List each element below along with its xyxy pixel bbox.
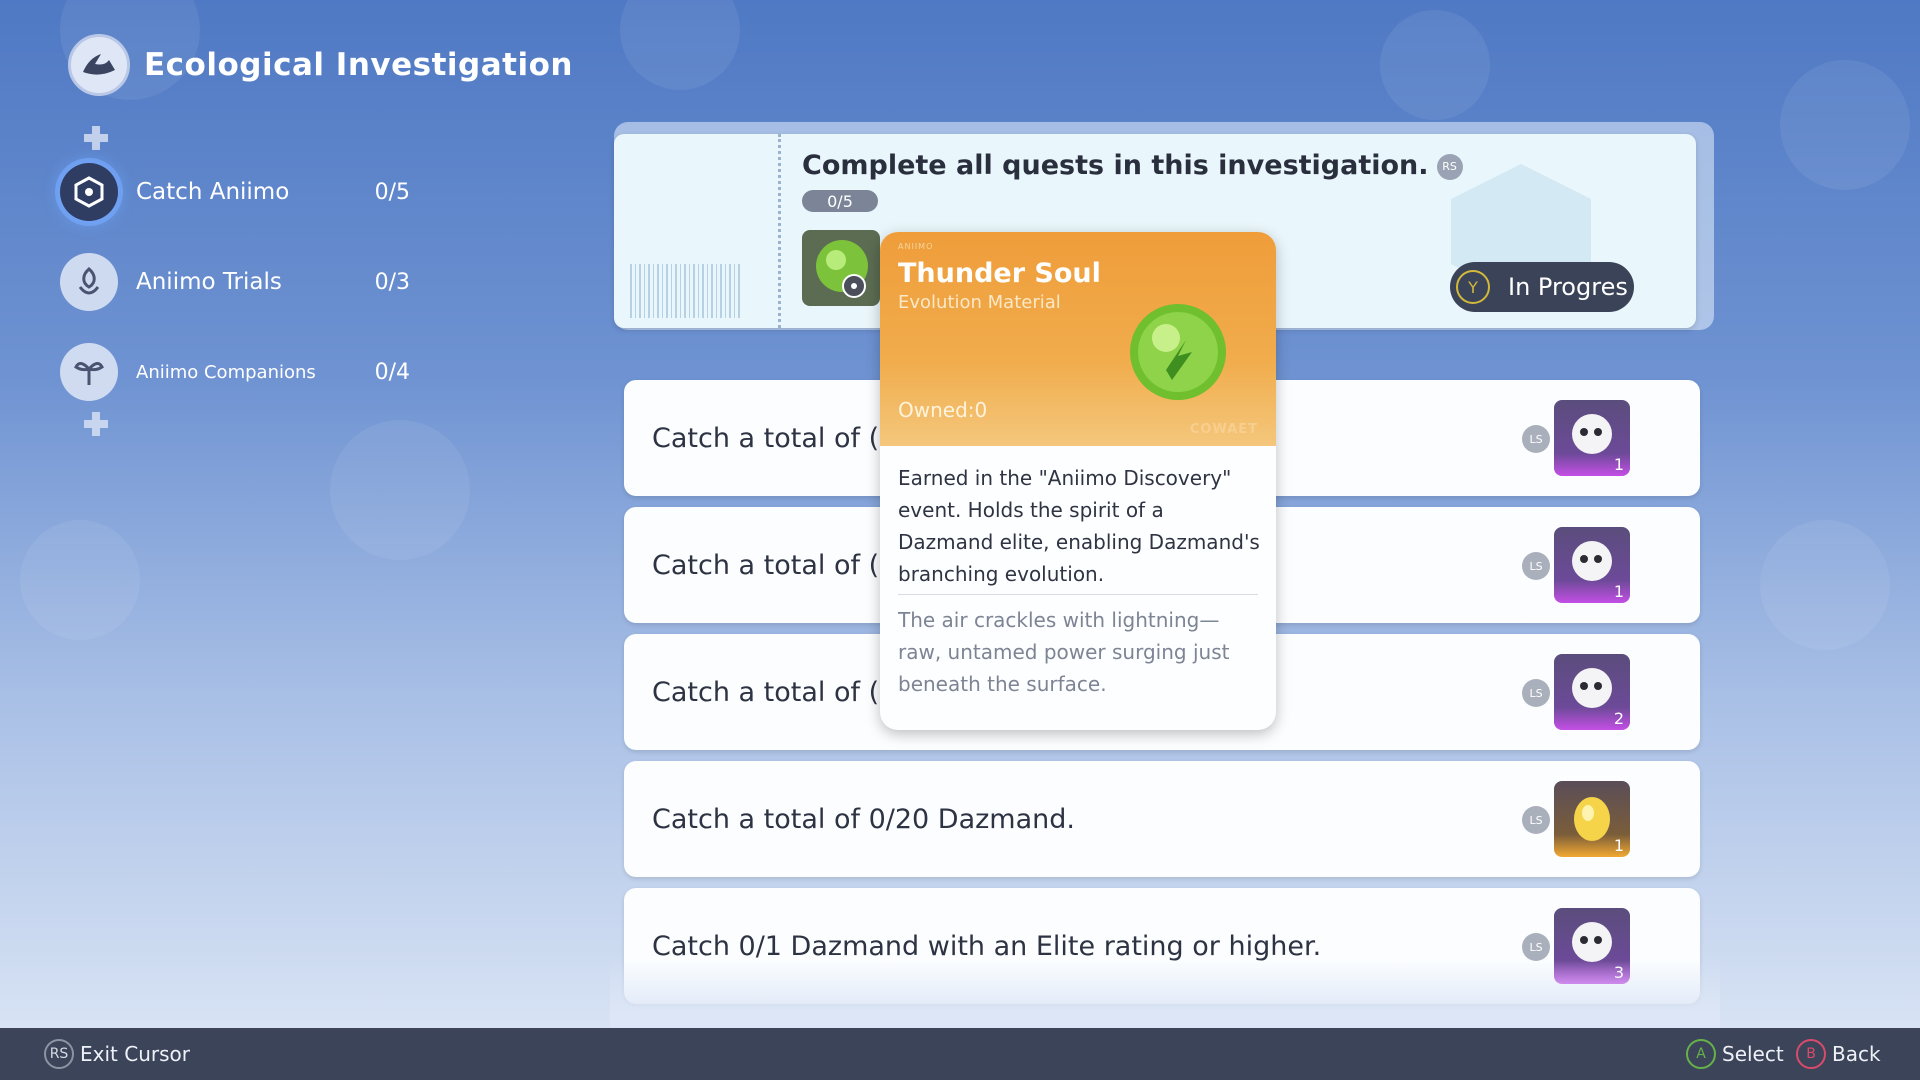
sidebar-item-catch-aniimo[interactable]: Catch Aniimo 0/5 <box>60 160 410 224</box>
list-fade <box>610 960 1720 1030</box>
ls-button-icon: LS <box>1522 679 1550 707</box>
page-header: Ecological Investigation <box>68 34 573 96</box>
back-label: Back <box>1832 1042 1881 1066</box>
background-pattern <box>1380 10 1490 120</box>
egg-reward-icon[interactable]: 1 <box>1554 781 1630 857</box>
quest-text: Catch a total of ( <box>652 549 880 581</box>
sidebar-item-label: Catch Aniimo <box>136 179 290 205</box>
select-label: Select <box>1722 1042 1784 1066</box>
item-description: Earned in the "Aniimo Discovery" event. … <box>898 466 1260 586</box>
sidebar-item-label: Aniimo Companions <box>136 361 316 383</box>
ticket-stub <box>614 134 781 328</box>
background-pattern <box>20 520 140 640</box>
background-pattern <box>1780 60 1910 190</box>
brand-watermark: COWAET <box>1189 422 1258 437</box>
ls-button-icon: LS <box>1522 552 1550 580</box>
ls-button-icon: LS <box>1522 933 1550 961</box>
boat-logo-icon <box>68 34 130 96</box>
reward-count: 1 <box>1613 582 1624 601</box>
quest-text: Catch a total of ( <box>652 676 880 708</box>
background-pattern <box>330 420 470 560</box>
creature-reward-icon[interactable]: 2 <box>1554 654 1630 730</box>
sidebar-item-count: 0/5 <box>374 179 410 205</box>
creature-icon <box>60 253 118 311</box>
rs-button-icon: RS <box>44 1039 74 1069</box>
tooltip-divider <box>898 594 1258 595</box>
background-pattern <box>620 0 740 90</box>
owned-count: Owned:0 <box>898 398 988 422</box>
sidebar-item-aniimo-trials[interactable]: Aniimo Trials 0/3 <box>60 250 410 314</box>
ls-button-icon: LS <box>1522 425 1550 453</box>
quest-text: Catch a total of ( <box>652 422 880 454</box>
background-pattern <box>1760 520 1890 650</box>
reward-count: 1 <box>1613 836 1624 855</box>
creature-reward-icon[interactable]: 1 <box>1554 527 1630 603</box>
barcode-decoration <box>630 264 740 318</box>
item-name: Thunder Soul <box>898 258 1101 289</box>
main-quest-progress: 0/5 <box>802 190 878 212</box>
cube-icon <box>60 163 118 221</box>
exit-cursor-hint[interactable]: RS Exit Cursor <box>44 1028 190 1080</box>
in-progress-button[interactable]: Y In Progres <box>1450 262 1634 312</box>
tooltip-tag: ANIIMO <box>898 242 934 251</box>
main-quest-title-text: Complete all quests in this investigatio… <box>802 150 1429 181</box>
creature-reward-icon[interactable]: 1 <box>1554 400 1630 476</box>
reward-count: 2 <box>1613 709 1624 728</box>
item-category: Evolution Material <box>898 292 1061 313</box>
sidebar-item-count: 0/3 <box>374 269 410 295</box>
quest-row[interactable]: Catch a total of 0/20 Dazmand. LS 1 <box>624 761 1700 877</box>
reward-count: 1 <box>1613 455 1624 474</box>
sidebar-item-aniimo-companions[interactable]: Aniimo Companions 0/4 <box>60 340 410 404</box>
dpad-down-icon <box>84 412 108 436</box>
item-tooltip: ANIIMO Thunder Soul Evolution Material O… <box>880 232 1276 730</box>
item-flavor-text: The air crackles with lightning—raw, unt… <box>898 608 1230 696</box>
dpad-up-icon <box>84 126 108 150</box>
sidebar-item-label: Aniimo Trials <box>136 269 282 295</box>
back-hint[interactable]: B Back <box>1796 1028 1881 1080</box>
exit-cursor-label: Exit Cursor <box>80 1042 190 1066</box>
tooltip-header: ANIIMO Thunder Soul Evolution Material O… <box>880 232 1276 446</box>
select-hint[interactable]: A Select <box>1686 1028 1784 1080</box>
page-title: Ecological Investigation <box>144 47 573 83</box>
b-button-icon: B <box>1796 1039 1826 1069</box>
main-quest-title: Complete all quests in this investigatio… <box>802 150 1463 181</box>
y-button-icon: Y <box>1456 270 1490 304</box>
thunder-soul-orb-icon <box>1130 304 1226 400</box>
thunder-soul-reward[interactable] <box>802 230 880 306</box>
a-button-icon: A <box>1686 1039 1716 1069</box>
sprout-icon <box>60 343 118 401</box>
sidebar-item-count: 0/4 <box>374 359 410 385</box>
quest-text: Catch a total of 0/20 Dazmand. <box>652 803 1075 835</box>
ls-button-icon: LS <box>1522 806 1550 834</box>
controls-footer: RS Exit Cursor A Select B Back <box>0 1028 1920 1080</box>
status-label: In Progres <box>1508 273 1628 301</box>
